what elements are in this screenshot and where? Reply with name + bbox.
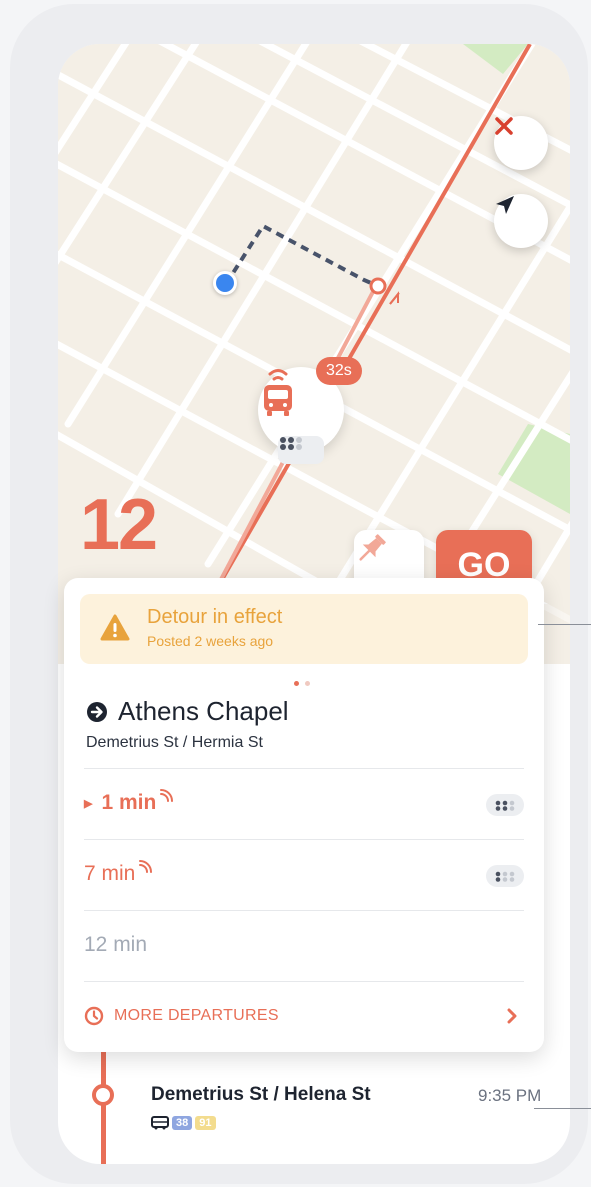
stop-card: Detour in effect Posted 2 weeks ago Athe… [64,578,544,1052]
page-dot-active [294,681,299,686]
departure-row[interactable]: 12 min [84,910,524,981]
departure-minutes: 1 min [101,791,157,814]
detour-banner[interactable]: Detour in effect Posted 2 weeks ago [80,594,528,664]
realtime-icon [139,860,153,873]
stop-name: Athens Chapel [118,696,289,726]
arrow-circle-icon [87,701,107,722]
stop-cross-streets: Demetrius St / Hermia St [86,734,263,751]
map-view[interactable]: 32s 12 GO [58,44,570,664]
clock-icon [84,1006,104,1026]
detour-title: Detour in effect [147,606,283,628]
departure-minutes: 7 min [84,862,136,885]
close-button[interactable] [494,116,548,170]
stop-header: Athens Chapel [86,696,289,727]
departure-row[interactable]: ▶ 1 min [84,768,524,839]
page-dot [305,681,310,686]
departure-time: ▶ 1 min [84,789,174,815]
route-number: 12 [80,485,158,565]
bus-eta-badge: 32s [316,357,362,385]
next-departure-icon: ▶ [84,797,93,810]
warning-icon [100,614,130,641]
annotation-line [538,624,591,625]
pushpin-icon [359,534,386,561]
more-departures-row[interactable]: MORE DEPARTURES [84,981,524,1052]
more-departures-link[interactable]: MORE DEPARTURES [84,1006,279,1026]
bus-icon [264,369,292,416]
departure-minutes: 12 min [84,933,148,956]
realtime-icon [160,789,174,802]
bus-icon [151,1116,169,1130]
detour-subtitle: Posted 2 weeks ago [147,633,274,649]
chevron-right-icon [507,1008,517,1024]
route-chip: 38 [172,1116,193,1130]
annotation-line [534,1108,591,1109]
next-stop-routes: 38 91 [151,1116,216,1130]
close-icon [495,117,513,135]
occupancy-icon [278,436,324,464]
user-location-dot [213,271,237,295]
navigation-arrow-icon [496,196,514,214]
route-chip: 91 [195,1116,216,1130]
departure-time: 7 min [84,860,153,886]
page-indicator [294,681,310,686]
recenter-button[interactable] [494,194,548,248]
next-stop-time: 9:35 PM [478,1086,542,1105]
occupancy-icon [486,794,524,816]
departure-row[interactable]: 7 min [84,839,524,910]
next-stop-name[interactable]: Demetrius St / Helena St [151,1084,371,1106]
departure-time: 12 min [84,933,147,957]
occupancy-icon [486,865,524,887]
more-departures-label: MORE DEPARTURES [114,1007,279,1024]
timeline-stop-dot [92,1084,114,1106]
